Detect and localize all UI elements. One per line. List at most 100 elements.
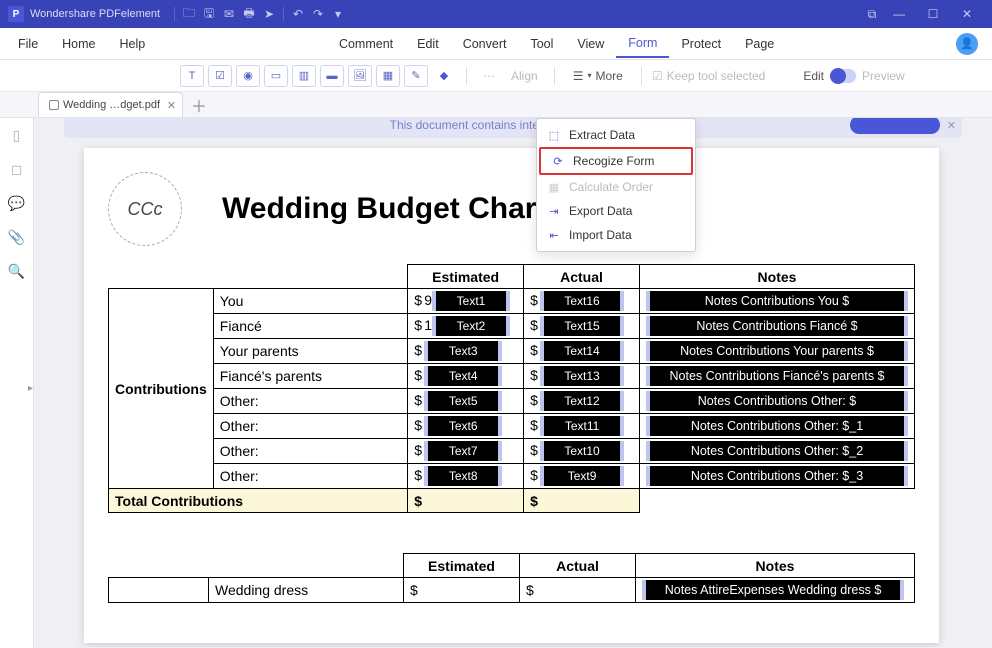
toggle-switch-icon[interactable]: [830, 69, 856, 83]
menu-home[interactable]: Home: [50, 31, 107, 57]
row-label: Your parents: [213, 339, 407, 364]
notes-field[interactable]: Notes Contributions Other: $_1: [646, 416, 908, 436]
combo-tool-icon[interactable]: ▭: [264, 65, 288, 87]
left-sidebar: ▯ ◻ 💬 📎 🔍 ▸: [0, 118, 34, 648]
image-tool-icon[interactable]: 🖼: [348, 65, 372, 87]
attachments-icon[interactable]: 📎: [8, 228, 26, 246]
edit-preview-toggle[interactable]: Edit Preview: [803, 69, 904, 83]
date-tool-icon[interactable]: ▦: [376, 65, 400, 87]
menu-extract-data[interactable]: ⬚ Extract Data: [537, 123, 695, 147]
actual-field[interactable]: Text10: [540, 441, 624, 461]
radio-tool-icon[interactable]: ◉: [236, 65, 260, 87]
actual-field[interactable]: Text12: [540, 391, 624, 411]
align-button[interactable]: Align: [505, 69, 544, 83]
actual-field[interactable]: Text9: [540, 466, 624, 486]
actual-field[interactable]: Text14: [540, 341, 624, 361]
undo-icon[interactable]: ↶: [288, 4, 308, 24]
menu-protect[interactable]: Protect: [669, 31, 733, 57]
redo-icon[interactable]: ↷: [308, 4, 328, 24]
folder-icon[interactable]: 🗀: [179, 4, 199, 24]
search-icon[interactable]: 🔍: [8, 262, 26, 280]
calculate-icon: ▦: [547, 180, 561, 194]
save-icon[interactable]: 🖫: [199, 4, 219, 24]
mail-icon[interactable]: ✉: [219, 4, 239, 24]
eraser-tool-icon[interactable]: ◆: [432, 65, 456, 87]
print-icon[interactable]: 🖶: [239, 4, 259, 24]
tab-close-icon[interactable]: ✕: [167, 99, 176, 112]
attire-table: Estimated Actual Notes Wedding dress $ $…: [108, 553, 915, 603]
notes-field[interactable]: Notes Contributions You $: [646, 291, 908, 311]
estimated-field[interactable]: Text6: [424, 416, 502, 436]
notes-field[interactable]: Notes Contributions Fiancé's parents $: [646, 366, 908, 386]
list-tool-icon[interactable]: ▥: [292, 65, 316, 87]
properties-button[interactable]: ⋯: [477, 69, 501, 83]
dropdown-icon[interactable]: ▾: [328, 4, 348, 24]
banner-close-icon[interactable]: ✕: [947, 119, 956, 132]
menu-page[interactable]: Page: [733, 31, 786, 57]
menu-tool[interactable]: Tool: [518, 31, 565, 57]
menu-export-data[interactable]: ⇥ Export Data: [537, 199, 695, 223]
menu-help[interactable]: Help: [108, 31, 158, 57]
signature-tool-icon[interactable]: ✎: [404, 65, 428, 87]
actual-field[interactable]: Text16: [540, 291, 624, 311]
more-button[interactable]: ☰ ▾ More: [565, 65, 631, 87]
col2-estimated: Estimated: [404, 554, 520, 578]
share-icon[interactable]: ➤: [259, 4, 279, 24]
comments-icon[interactable]: 💬: [8, 194, 26, 212]
maximize-icon[interactable]: ☐: [916, 4, 950, 24]
row-label: Other:: [213, 464, 407, 489]
menu-bar: File Home Help Comment Edit Convert Tool…: [0, 28, 992, 60]
notes-field[interactable]: Notes Contributions Other: $: [646, 391, 908, 411]
menu-file[interactable]: File: [6, 31, 50, 57]
actual-field[interactable]: Text15: [540, 316, 624, 336]
keep-tool-checkbox[interactable]: ☑ Keep tool selected: [652, 69, 766, 83]
checkbox-tool-icon[interactable]: ☑: [208, 65, 232, 87]
recognize-label: Recogize Form: [573, 154, 654, 168]
menu-comment[interactable]: Comment: [327, 31, 405, 57]
new-tab-button[interactable]: ＋: [183, 93, 215, 117]
close-window-icon[interactable]: ✕: [950, 4, 984, 24]
estimated-field[interactable]: Text5: [424, 391, 502, 411]
estimated-field[interactable]: Text3: [424, 341, 502, 361]
notes-field-wedding-dress[interactable]: Notes AttireExpenses Wedding dress $: [642, 580, 904, 600]
minimize-icon[interactable]: —: [882, 4, 916, 24]
button-tool-icon[interactable]: ▬: [320, 65, 344, 87]
document-tab-strip: Wedding …dget.pdf ✕ ＋: [0, 92, 992, 118]
preview-label: Preview: [862, 69, 905, 83]
estimated-field[interactable]: Text8: [424, 466, 502, 486]
thumbnails-icon[interactable]: ▯: [8, 126, 26, 144]
app-logo: P: [8, 6, 24, 22]
estimated-field[interactable]: Text4: [424, 366, 502, 386]
actual-field[interactable]: Text13: [540, 366, 624, 386]
row-wedding-dress-label: Wedding dress: [209, 578, 404, 603]
document-tab[interactable]: Wedding …dget.pdf ✕: [38, 92, 183, 117]
actual-field[interactable]: Text11: [540, 416, 624, 436]
notes-field[interactable]: Notes Contributions Other: $_2: [646, 441, 908, 461]
estimated-field[interactable]: Text1: [432, 291, 510, 311]
estimated-field[interactable]: Text2: [432, 316, 510, 336]
row-label: Fiancé's parents: [213, 364, 407, 389]
row-label: Fiancé: [213, 314, 407, 339]
notes-field[interactable]: Notes Contributions Fiancé $: [646, 316, 908, 336]
row-wedding-dress-est[interactable]: $: [404, 578, 520, 603]
menu-view[interactable]: View: [565, 31, 616, 57]
row-wedding-dress-act[interactable]: $: [520, 578, 636, 603]
menu-form[interactable]: Form: [616, 30, 669, 58]
document-viewport[interactable]: This document contains interactive form …: [34, 118, 992, 647]
menu-convert[interactable]: Convert: [451, 31, 519, 57]
user-avatar[interactable]: 👤: [956, 33, 978, 55]
row-label: You: [213, 289, 407, 314]
menu-import-data[interactable]: ⇤ Import Data: [537, 223, 695, 247]
highlight-fields-button[interactable]: [850, 118, 940, 134]
text-field-tool-icon[interactable]: T: [180, 65, 204, 87]
menu-edit[interactable]: Edit: [405, 31, 451, 57]
notes-field[interactable]: Notes Contributions Your parents $: [646, 341, 908, 361]
organization-seal: CCc: [108, 172, 182, 246]
window-restore-icon[interactable]: ⧉: [862, 4, 882, 24]
total-estimated: $: [408, 489, 524, 513]
expand-handle-icon[interactable]: ▸: [28, 383, 33, 394]
bookmarks-icon[interactable]: ◻: [8, 160, 26, 178]
menu-recognize-form[interactable]: ⟳ Recogize Form: [539, 147, 693, 175]
estimated-field[interactable]: Text7: [424, 441, 502, 461]
notes-field[interactable]: Notes Contributions Other: $_3: [646, 466, 908, 486]
